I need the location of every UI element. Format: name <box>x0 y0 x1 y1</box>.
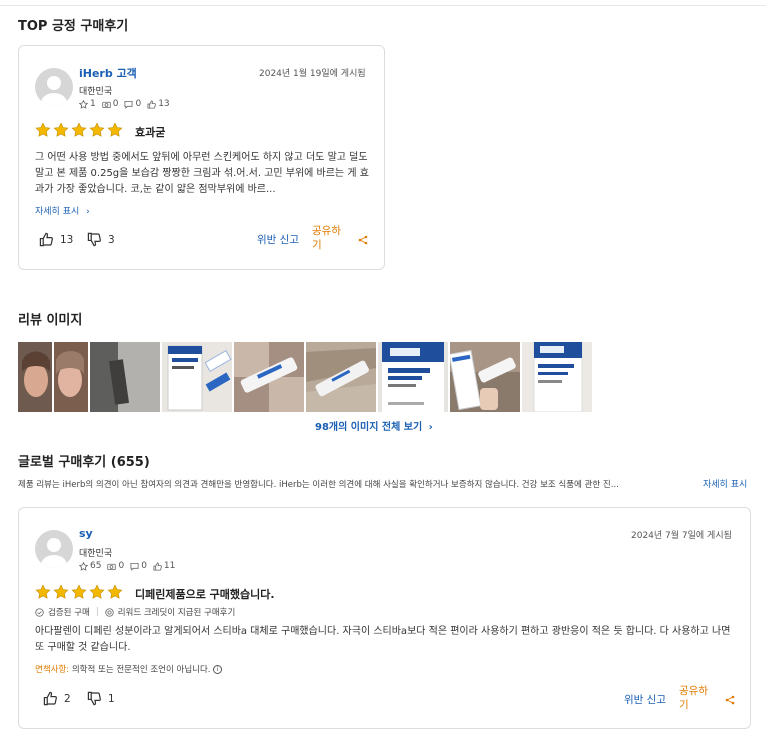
reviewer-name[interactable]: sy <box>79 527 93 540</box>
thumbs-up-icon <box>153 561 162 571</box>
reward-credit-label: 리워드 크레딧이 지급된 구매후기 <box>117 608 236 618</box>
top-divider <box>0 5 766 6</box>
star-icon <box>107 584 123 599</box>
report-button[interactable]: 위반 신고 <box>624 692 666 707</box>
comments-stat: 0 <box>124 99 141 109</box>
rating-stars <box>35 584 123 600</box>
star-outline-icon <box>79 561 88 571</box>
camera-icon <box>107 563 117 570</box>
comment-icon <box>130 562 139 571</box>
dislike-button[interactable]: 1 <box>87 691 115 706</box>
like-button[interactable]: 2 <box>43 691 71 706</box>
reviewer-name[interactable]: iHerb 고객 <box>79 65 137 81</box>
review-date: 2024년 1월 19일에 게시됨 <box>259 69 366 79</box>
global-review-card: sy 대한민국 65 0 0 11 2024년 7월 7일에 게시됨 디페린제품… <box>18 507 751 729</box>
review-images-title: 리뷰 이미지 <box>18 313 83 328</box>
review-image-thumb[interactable] <box>378 342 448 412</box>
star-icon <box>53 122 69 137</box>
review-image-strip <box>18 342 592 412</box>
review-image-thumb[interactable] <box>522 342 592 412</box>
star-icon <box>89 584 105 599</box>
share-icon[interactable] <box>725 695 735 705</box>
caution-note: 면책사항: 의학적 또는 전문적인 조언이 아닙니다. i <box>35 663 223 675</box>
disclaimer-read-more-link[interactable]: 자세히 표시 <box>703 477 747 490</box>
dislike-button[interactable]: 3 <box>87 232 115 247</box>
disclaimer-text: 제품 리뷰는 iHerb의 의견이 아닌 참여자의 의견과 견해만을 반영합니다… <box>18 480 619 490</box>
rewards-stat: 65 <box>79 561 101 571</box>
thumbs-down-icon <box>87 232 101 247</box>
share-button[interactable]: 공유하기 <box>312 224 346 252</box>
avatar <box>35 68 73 106</box>
comment-icon <box>124 100 133 109</box>
rating-stars <box>35 122 123 138</box>
reviewer-stats: 1 0 0 13 <box>79 99 170 109</box>
helpful-stat: 11 <box>153 561 175 571</box>
star-outline-icon <box>79 99 88 109</box>
report-button[interactable]: 위반 신고 <box>257 232 299 247</box>
top-review-card: iHerb 고객 대한민국 1 0 0 13 2024년 1월 19일에 게시됨… <box>18 45 385 270</box>
thumbs-up-icon <box>147 99 156 109</box>
thumbs-up-icon <box>39 232 53 247</box>
avatar <box>35 530 73 568</box>
comments-stat: 0 <box>130 561 147 571</box>
review-title: 디페린제품으로 구매했습니다. <box>135 588 275 601</box>
star-icon <box>89 122 105 137</box>
top-reviews-title: TOP 긍정 구매후기 <box>18 19 129 34</box>
reviewer-stats: 65 0 0 11 <box>79 561 175 571</box>
see-all-images-link[interactable]: 98개의 이미지 전체 보기 › <box>315 418 433 433</box>
review-body: 아다팔렌이 디페린 성분이라고 알게되어서 스티바a 대체로 구매했습니다. 자… <box>35 626 731 653</box>
review-date: 2024년 7월 7일에 게시됨 <box>631 531 732 541</box>
star-icon <box>71 122 87 137</box>
chevron-right-icon: › <box>428 422 433 433</box>
star-icon <box>35 584 51 599</box>
star-icon <box>71 584 87 599</box>
chevron-right-icon: › <box>86 207 90 217</box>
like-button[interactable]: 13 <box>39 232 73 247</box>
photos-stat: 0 <box>107 561 124 571</box>
review-body: 그 어떤 사용 방법 중에서도 앞뒤에 아무런 스킨케어도 하지 않고 더도 말… <box>35 152 369 195</box>
review-image-thumb[interactable] <box>90 342 160 412</box>
tag-separator: | <box>95 607 99 617</box>
share-button[interactable]: 공유하기 <box>679 684 713 712</box>
review-image-thumb[interactable] <box>18 342 88 412</box>
helpful-stat: 13 <box>147 99 170 109</box>
review-image-thumb[interactable] <box>306 342 376 412</box>
caution-text: 의학적 또는 전문적인 조언이 아닙니다. <box>71 665 211 675</box>
star-icon <box>53 584 69 599</box>
caution-label: 면책사항: <box>35 665 70 675</box>
reviewer-country: 대한민국 <box>79 549 113 559</box>
review-image-thumb[interactable] <box>162 342 232 412</box>
review-tags: 검증된 구매 | 리워드 크레딧이 지급된 구매후기 <box>35 606 235 618</box>
camera-icon <box>102 101 111 108</box>
reward-icon <box>105 607 114 617</box>
global-reviews-title: 글로벌 구매후기 (655) <box>18 455 150 470</box>
info-icon[interactable]: i <box>213 665 223 674</box>
star-icon <box>107 122 123 137</box>
verified-purchase-label: 검증된 구매 <box>48 608 90 618</box>
review-title: 효과굳 <box>135 126 166 139</box>
photos-stat: 0 <box>102 99 118 109</box>
reviewer-country: 대한민국 <box>79 87 113 97</box>
star-icon <box>35 122 51 137</box>
thumbs-up-icon <box>43 691 57 706</box>
rewards-stat: 1 <box>79 99 96 109</box>
thumbs-down-icon <box>87 691 101 706</box>
check-circle-icon <box>35 607 44 617</box>
read-more-link[interactable]: 자세히 표시 › <box>35 204 90 217</box>
review-image-thumb[interactable] <box>450 342 520 412</box>
review-image-thumb[interactable] <box>234 342 304 412</box>
share-icon[interactable] <box>358 235 368 245</box>
